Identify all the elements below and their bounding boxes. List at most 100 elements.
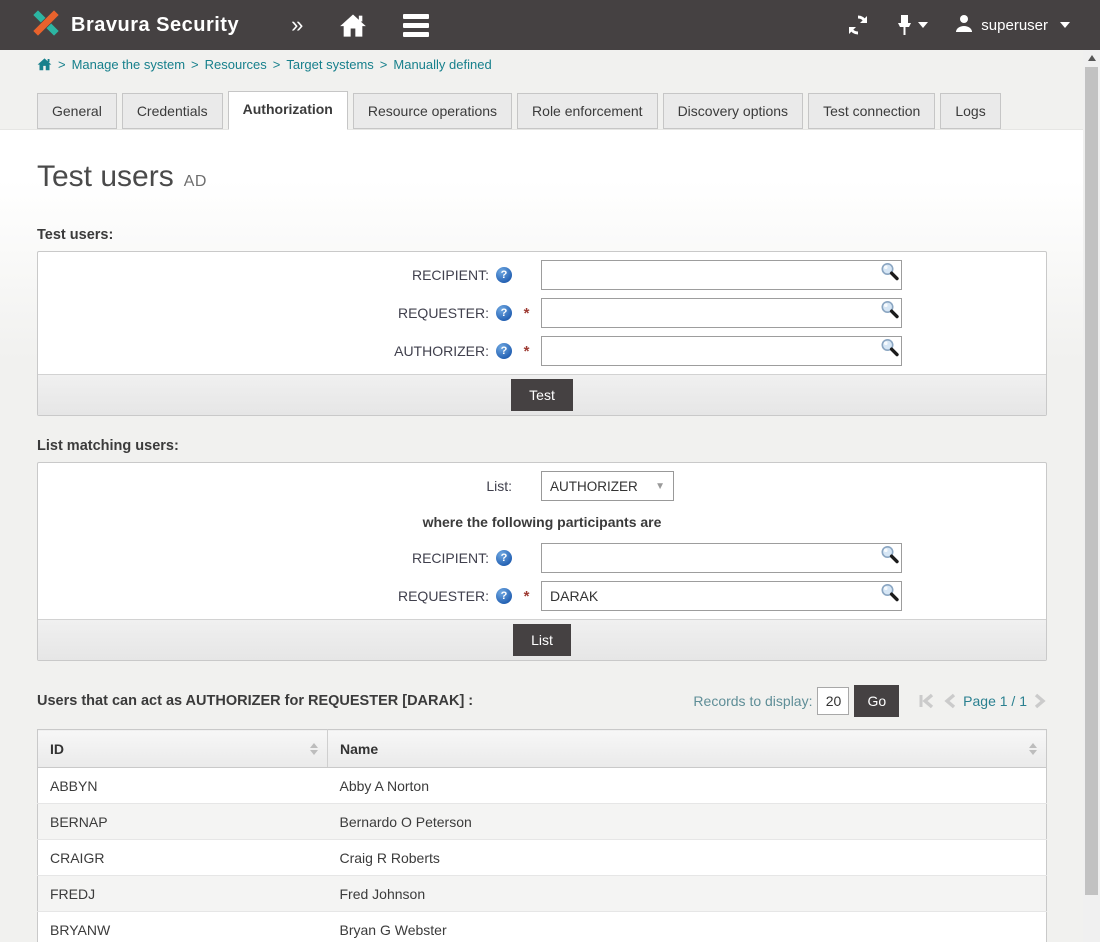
search-icon[interactable] (879, 261, 900, 287)
test-users-heading: Test users: (37, 227, 1083, 243)
test-button[interactable]: Test (511, 379, 573, 411)
tab-role-enforcement[interactable]: Role enforcement (517, 93, 658, 129)
previous-page-icon[interactable] (943, 693, 956, 709)
tab-test-connection[interactable]: Test connection (808, 93, 935, 129)
list-label: List: (486, 478, 512, 494)
user-id-cell: ABBYN (38, 768, 328, 804)
tab-resource-operations[interactable]: Resource operations (353, 93, 512, 129)
breadcrumb-home-icon[interactable] (37, 57, 52, 71)
help-icon[interactable]: ? (496, 305, 512, 321)
list-recipient-input[interactable] (541, 543, 902, 573)
user-caret-icon (1060, 22, 1070, 28)
vertical-scrollbar[interactable] (1083, 50, 1100, 942)
requester-field-row: REQUESTER: ? * (38, 577, 1046, 615)
requester-label: REQUESTER: (398, 588, 489, 604)
chevron-down-icon: ▼ (655, 481, 665, 492)
list-dropdown[interactable]: AUTHORIZER ▼ (541, 471, 674, 501)
page-indicator: Page 1 / 1 (963, 693, 1027, 709)
table-row[interactable]: BRYANW Bryan G Webster (38, 912, 1047, 942)
top-navbar: Bravura Security » (0, 0, 1100, 50)
user-id-cell: BERNAP (38, 804, 328, 840)
results-heading: Users that can act as AUTHORIZER for REQ… (37, 693, 473, 709)
breadcrumb-resources[interactable]: Resources (205, 57, 267, 72)
recipient-field-row: RECIPIENT: ? (38, 539, 1046, 577)
page-title: Test users AD (37, 160, 1083, 194)
sort-icon (1029, 743, 1037, 755)
recipient-field-row: RECIPIENT: ? (38, 256, 1046, 294)
tab-discovery-options[interactable]: Discovery options (663, 93, 804, 129)
table-row[interactable]: CRAIGR Craig R Roberts (38, 840, 1047, 876)
search-icon[interactable] (879, 337, 900, 363)
bravura-logo-icon (30, 7, 62, 44)
help-icon[interactable]: ? (496, 267, 512, 283)
breadcrumb-separator: > (58, 57, 66, 72)
next-page-icon[interactable] (1034, 693, 1047, 709)
sort-icon (310, 743, 318, 755)
tab-general[interactable]: General (37, 93, 117, 129)
table-row[interactable]: ABBYN Abby A Norton (38, 768, 1047, 804)
tab-strip: General Credentials Authorization Resour… (0, 78, 1100, 129)
page-title-suffix: AD (184, 173, 207, 191)
records-to-display-label: Records to display: (693, 693, 812, 709)
list-dropdown-value: AUTHORIZER (550, 479, 638, 494)
required-marker: * (512, 343, 541, 360)
breadcrumb-manually-defined[interactable]: Manually defined (393, 57, 491, 72)
user-name: superuser (981, 17, 1048, 34)
page-title-text: Test users (37, 160, 174, 194)
brand-logo[interactable]: Bravura Security (30, 7, 239, 44)
user-name-cell: Bernardo O Peterson (328, 804, 1047, 840)
main-content: Test users AD Test users: RECIPIENT: ? (0, 129, 1083, 916)
scrollbar-thumb[interactable] (1085, 67, 1098, 895)
help-icon[interactable]: ? (496, 588, 512, 604)
records-to-display-input[interactable] (817, 687, 849, 715)
pin-menu-icon[interactable] (896, 13, 928, 37)
help-icon[interactable]: ? (496, 550, 512, 566)
user-menu[interactable]: superuser (954, 13, 1070, 37)
user-name-cell: Bryan G Webster (328, 912, 1047, 942)
breadcrumb: > Manage the system > Resources > Target… (0, 50, 1100, 78)
list-matching-users-heading: List matching users: (37, 438, 1083, 454)
scroll-up-icon[interactable] (1083, 50, 1100, 66)
first-page-icon[interactable] (918, 693, 936, 709)
breadcrumb-manage-the-system[interactable]: Manage the system (72, 57, 185, 72)
required-marker: * (512, 588, 541, 605)
tab-logs[interactable]: Logs (940, 93, 1000, 129)
search-icon[interactable] (879, 582, 900, 608)
help-icon[interactable]: ? (496, 343, 512, 359)
results-bar: Users that can act as AUTHORIZER for REQ… (37, 685, 1047, 717)
list-button[interactable]: List (513, 624, 571, 656)
list-requester-input[interactable] (541, 581, 902, 611)
requester-input[interactable] (541, 298, 902, 328)
home-icon[interactable] (339, 12, 367, 38)
pin-caret-icon (918, 22, 928, 28)
expand-sidebar-icon[interactable]: » (291, 14, 303, 36)
recipient-label: RECIPIENT: (412, 267, 489, 283)
user-name-cell: Craig R Roberts (328, 840, 1047, 876)
recipient-label: RECIPIENT: (412, 550, 489, 566)
recipient-input[interactable] (541, 260, 902, 290)
refresh-icon[interactable] (846, 13, 870, 37)
user-name-cell: Abby A Norton (328, 768, 1047, 804)
column-header-id[interactable]: ID (38, 730, 328, 768)
list-field-row: List: AUTHORIZER ▼ (38, 467, 1046, 505)
breadcrumb-target-systems[interactable]: Target systems (286, 57, 373, 72)
search-icon[interactable] (879, 544, 900, 570)
menu-icon[interactable] (403, 14, 429, 37)
participants-subheading: where the following participants are (38, 505, 1046, 539)
table-row[interactable]: FREDJ Fred Johnson (38, 876, 1047, 912)
table-row[interactable]: BERNAP Bernardo O Peterson (38, 804, 1047, 840)
column-header-name[interactable]: Name (328, 730, 1047, 768)
user-icon (954, 13, 974, 37)
authorizer-input[interactable] (541, 336, 902, 366)
user-id-cell: BRYANW (38, 912, 328, 942)
authorizer-label: AUTHORIZER: (394, 343, 489, 359)
required-marker: * (512, 305, 541, 322)
users-table: ID Name ABBYN Abby A Norton BERNAP Berna… (37, 729, 1047, 942)
breadcrumb-separator: > (273, 57, 281, 72)
brand-name: Bravura Security (71, 14, 239, 37)
authorizer-field-row: AUTHORIZER: ? * (38, 332, 1046, 370)
search-icon[interactable] (879, 299, 900, 325)
tab-credentials[interactable]: Credentials (122, 93, 223, 129)
tab-authorization[interactable]: Authorization (228, 91, 348, 130)
go-button[interactable]: Go (854, 685, 899, 717)
